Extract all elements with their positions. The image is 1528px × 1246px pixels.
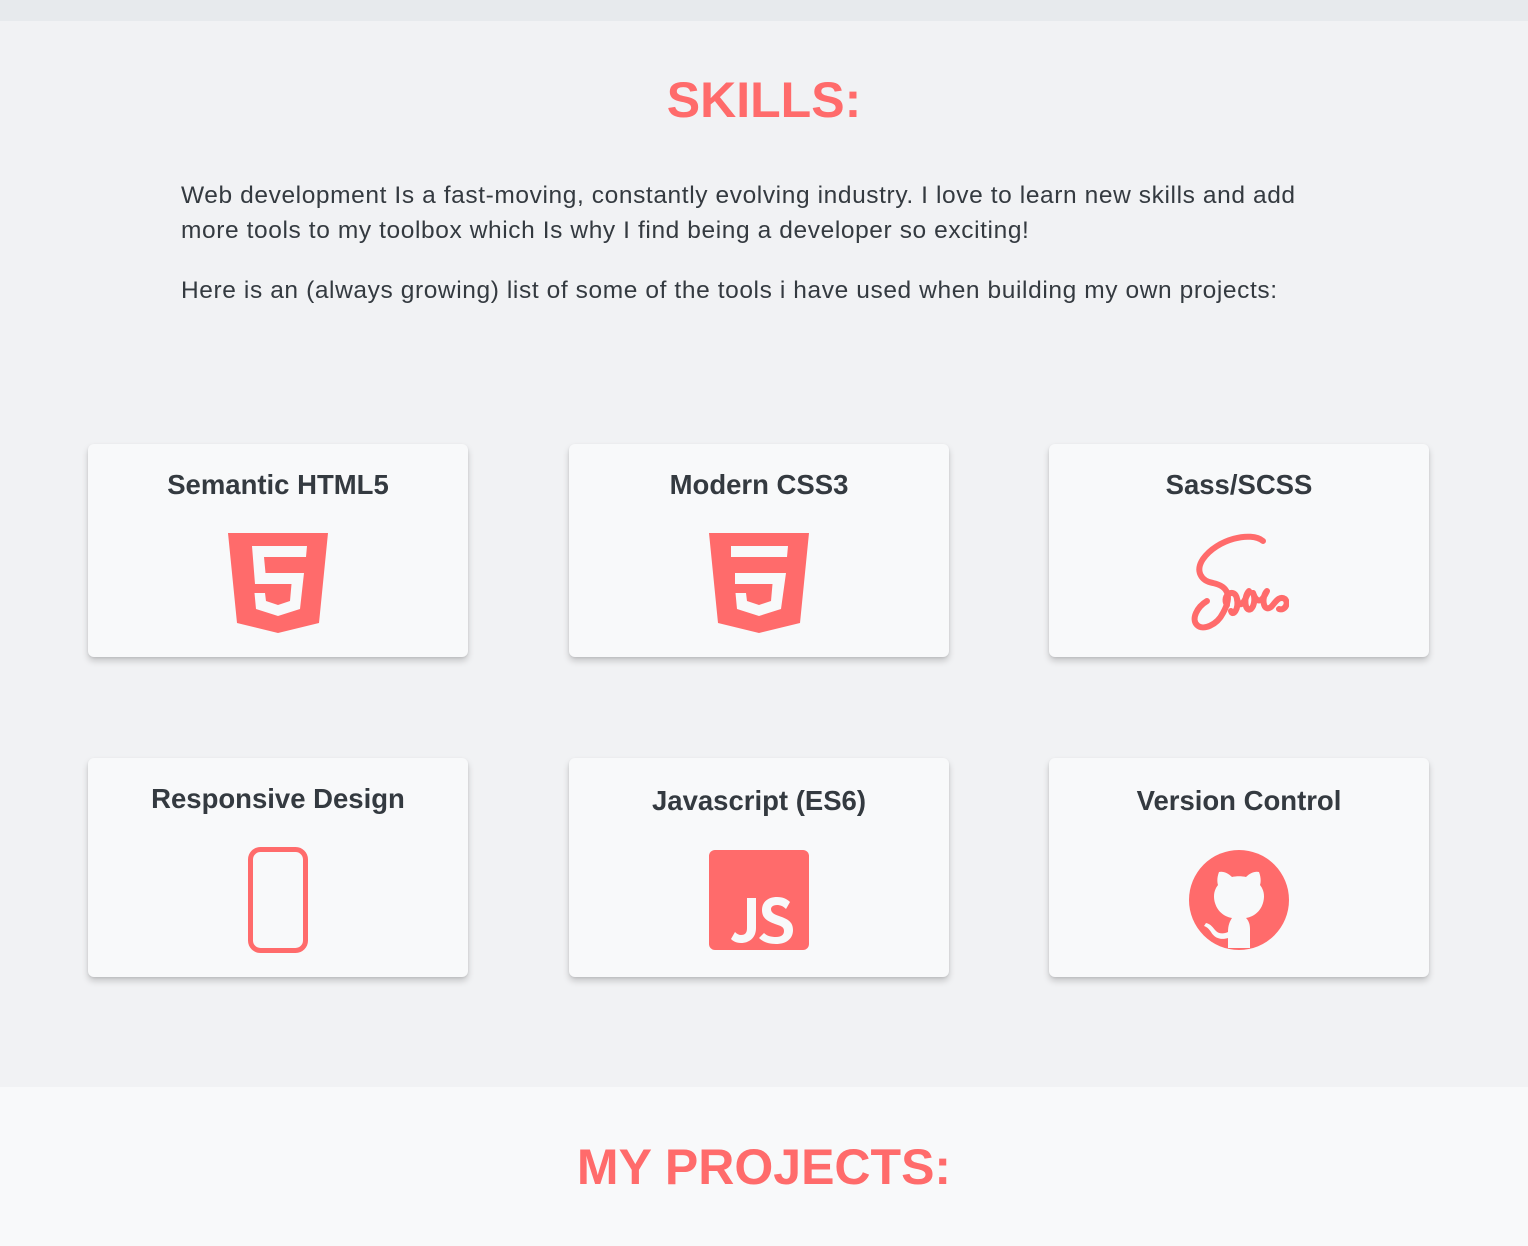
skills-heading: SKILLS: <box>666 72 862 128</box>
projects-heading: MY PROJECTS: <box>576 1139 952 1195</box>
javascript-icon <box>709 850 809 950</box>
projects-section: MY PROJECTS: <box>0 1087 1528 1246</box>
skills-tools-paragraph: Here is an (always growing) list of some… <box>181 277 1278 304</box>
mobile-phone-icon <box>248 847 308 953</box>
skill-card-css3: Modern CSS3 <box>569 444 949 657</box>
html5-icon <box>228 533 328 633</box>
skill-card-title: Javascript (ES6) <box>652 785 866 816</box>
css3-icon <box>709 533 809 633</box>
top-strip <box>0 0 1528 21</box>
skills-section: SKILLS: Web development Is a fast-moving… <box>0 21 1528 1087</box>
skill-card-title: Sass/SCSS <box>1165 469 1313 500</box>
skill-card-title: Responsive Design <box>151 783 405 814</box>
skill-card-version-control: Version Control <box>1049 758 1429 977</box>
skills-intro-paragraph: Web development Is a fast-moving, consta… <box>181 182 1296 244</box>
sass-icon <box>1189 533 1289 633</box>
skill-card-title: Semantic HTML5 <box>167 469 389 500</box>
skill-card-javascript: Javascript (ES6) <box>569 758 949 977</box>
skill-card-responsive-design: Responsive Design <box>88 758 468 977</box>
skill-card-html5: Semantic HTML5 <box>88 444 468 657</box>
github-icon <box>1189 850 1289 950</box>
skill-card-sass: Sass/SCSS <box>1049 444 1429 657</box>
skill-card-title: Modern CSS3 <box>669 469 849 500</box>
skill-card-title: Version Control <box>1136 785 1342 816</box>
